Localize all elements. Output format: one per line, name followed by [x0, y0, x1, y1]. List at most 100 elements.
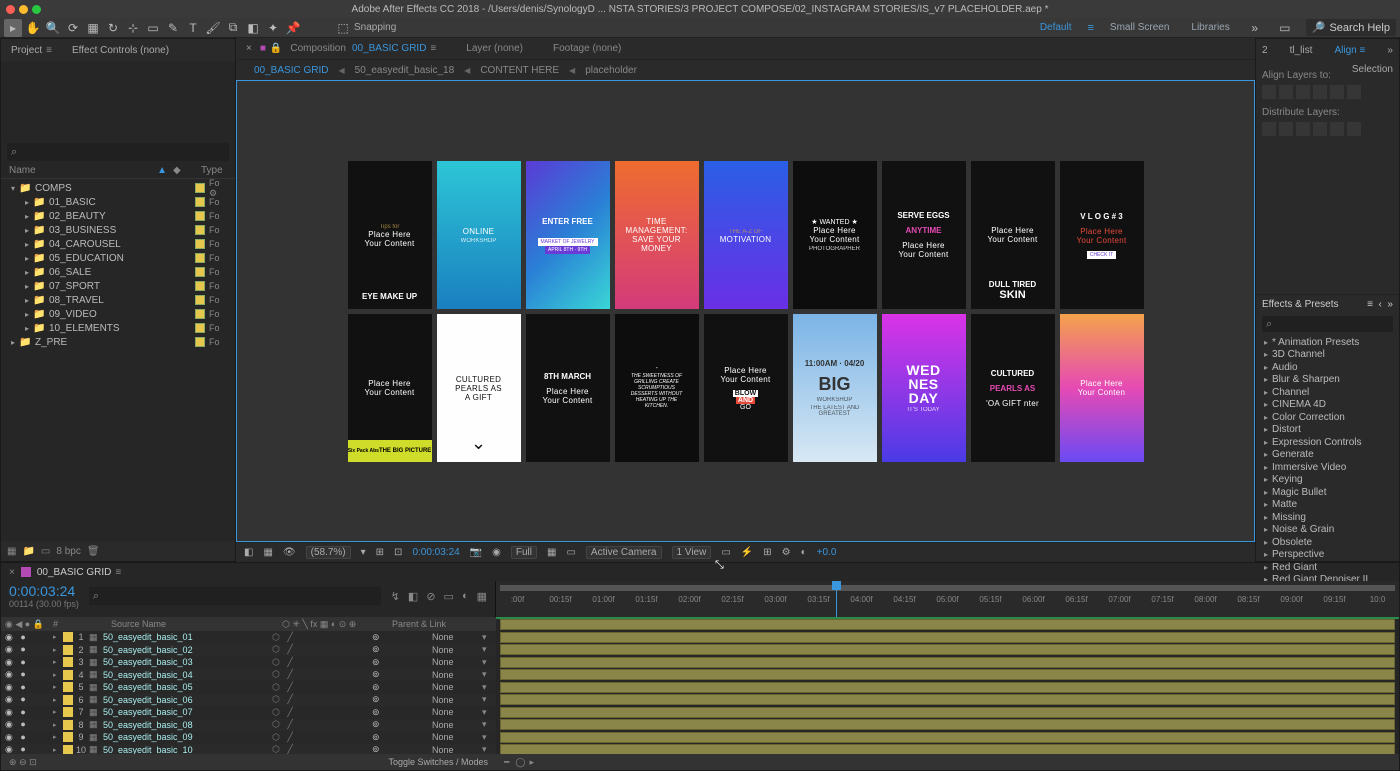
- timeline-nav-marker-icon[interactable]: ◯: [515, 757, 525, 768]
- layer-bar[interactable]: [500, 669, 1395, 680]
- col-parent[interactable]: Parent & Link: [392, 619, 492, 629]
- layer-row[interactable]: ◉ ●▸5▦50_easyedit_basic_05⬡ ╱⊚None▾: [1, 681, 496, 694]
- mask-icon[interactable]: 👁: [283, 547, 296, 558]
- workspace-menu-icon[interactable]: »: [1246, 19, 1264, 37]
- zoom-in-icon[interactable]: ⊕: [9, 757, 17, 767]
- expand-icon[interactable]: ⊡: [29, 757, 37, 767]
- story-card[interactable]: Place HereYour ContentDULL TIREDSKIN: [971, 161, 1055, 309]
- layer-bar[interactable]: [500, 694, 1395, 705]
- clone-tool-icon[interactable]: ⧉: [224, 19, 242, 37]
- effects-category[interactable]: Noise & Grain: [1256, 524, 1399, 537]
- workspace-small[interactable]: Small Screen: [1104, 20, 1175, 35]
- effects-category[interactable]: Obsolete: [1256, 536, 1399, 549]
- effects-category[interactable]: Perspective: [1256, 549, 1399, 562]
- workspace-default[interactable]: Default: [1034, 20, 1078, 35]
- effects-category[interactable]: 3D Channel: [1256, 349, 1399, 362]
- draft3d-icon[interactable]: ◧: [408, 590, 418, 603]
- camera-tool-icon[interactable]: ▦: [84, 19, 102, 37]
- lock-icon[interactable]: 🔒: [270, 43, 282, 54]
- layer-bar[interactable]: [500, 644, 1395, 655]
- timeline-ruler[interactable]: :00f00:15f01:00f01:15f02:00f02:15f03:00f…: [496, 581, 1399, 617]
- tree-row[interactable]: ▸📁01_BASICFo: [1, 195, 235, 209]
- tree-row[interactable]: ▸📁07_SPORTFo: [1, 279, 235, 293]
- search-help-field[interactable]: 🔎 Search Help: [1306, 19, 1396, 36]
- effect-controls-tab[interactable]: Effect Controls (none): [72, 45, 169, 56]
- tree-row[interactable]: ▸📁06_SALEFo: [1, 265, 235, 279]
- story-card[interactable]: “THE SWEETNESS OF GRILLING CREATE SCRUMP…: [615, 314, 699, 462]
- timeline-tracks[interactable]: [496, 617, 1399, 754]
- col-hash[interactable]: #: [53, 619, 71, 629]
- story-card[interactable]: 11:00AM · 04/20BIGWORKSHOPTHE LATEST AND…: [793, 314, 877, 462]
- layer-bar[interactable]: [500, 632, 1395, 643]
- effects-category[interactable]: Blur & Sharpen: [1256, 374, 1399, 387]
- puppet-tool-icon[interactable]: 📌: [284, 19, 302, 37]
- layer-row[interactable]: ◉ ●▸9▦50_easyedit_basic_09⬡ ╱⊚None▾: [1, 731, 496, 744]
- region-icon[interactable]: ▭: [566, 547, 575, 558]
- effects-category[interactable]: Expression Controls: [1256, 436, 1399, 449]
- res-down-icon[interactable]: ▾: [361, 547, 366, 558]
- story-card[interactable]: ★ WANTED ★Place HereYour ContentPHOTOGRA…: [793, 161, 877, 309]
- shy-icon[interactable]: ⊘: [426, 590, 435, 603]
- layer-row[interactable]: ◉ ●▸1▦50_easyedit_basic_01⬡ ╱⊚None▾: [1, 631, 496, 644]
- effects-category[interactable]: Keying: [1256, 474, 1399, 487]
- story-card[interactable]: Place HereYour Conten: [1060, 314, 1144, 462]
- tab-align[interactable]: Align ≡: [1334, 45, 1365, 56]
- alpha-icon[interactable]: ◧: [244, 547, 253, 558]
- story-card[interactable]: V L O G # 3Place HereYour ContentCHECK I…: [1060, 161, 1144, 309]
- crumb-3[interactable]: placeholder: [585, 65, 637, 76]
- eraser-tool-icon[interactable]: ◧: [244, 19, 262, 37]
- effects-category[interactable]: Distort: [1256, 424, 1399, 437]
- brush-tool-icon[interactable]: 🖌: [204, 19, 222, 37]
- timeline-nav-prev-icon[interactable]: ━: [504, 757, 509, 768]
- layer-bar[interactable]: [500, 732, 1395, 743]
- motion-blur-icon[interactable]: ◐: [462, 590, 469, 603]
- pixel-aspect-icon[interactable]: ▭: [721, 547, 730, 558]
- align-selection-dropdown[interactable]: Selection: [1352, 64, 1393, 81]
- story-card[interactable]: WEDNESDAYIT'S TODAY: [882, 314, 966, 462]
- panel-overflow-icon[interactable]: »: [1387, 45, 1393, 56]
- bpc-label[interactable]: 8 bpc: [56, 546, 80, 557]
- effects-category[interactable]: Audio: [1256, 361, 1399, 374]
- distribute-icons-row[interactable]: [1262, 122, 1393, 138]
- sync-settings-icon[interactable]: ▭: [1276, 19, 1294, 37]
- story-card[interactable]: CULTUREDPEARLS ASA GIFT⌄: [437, 314, 521, 462]
- story-card[interactable]: ONLINEWORKSHOP: [437, 161, 521, 309]
- exposure-value[interactable]: +0.0: [817, 547, 837, 558]
- effects-category[interactable]: Magic Bullet: [1256, 486, 1399, 499]
- tree-row[interactable]: ▸📁04_CAROUSELFo: [1, 237, 235, 251]
- new-comp-icon[interactable]: ▭: [41, 546, 50, 557]
- col-name-header[interactable]: Name: [9, 165, 157, 176]
- story-card[interactable]: Place HereYour ContentBLOWANDGO: [704, 314, 788, 462]
- crumb-2[interactable]: CONTENT HERE: [480, 65, 559, 76]
- zoom-dropdown[interactable]: (58.7%): [306, 546, 351, 559]
- tree-row[interactable]: ▸📁Z_PREFo: [1, 335, 235, 349]
- story-card[interactable]: TIME MANAGEMENT:SAVE YOUR MONEY: [615, 161, 699, 309]
- story-card[interactable]: Place HereYour ContentSix Pack AbsTHE BI…: [348, 314, 432, 462]
- story-card[interactable]: Tips forPlace HereYour ContentEYE MAKE U…: [348, 161, 432, 309]
- layer-row[interactable]: ◉ ●▸7▦50_easyedit_basic_07⬡ ╱⊚None▾: [1, 706, 496, 719]
- resolution-dropdown[interactable]: Full: [511, 546, 537, 559]
- crumb-0[interactable]: 00_BASIC GRID: [254, 65, 328, 76]
- layer-row[interactable]: ◉ ●▸2▦50_easyedit_basic_02⬡ ╱⊚None▾: [1, 644, 496, 657]
- story-card[interactable]: THE A-Z OFMOTIVATION: [704, 161, 788, 309]
- comp-mini-flowchart-icon[interactable]: ↯: [391, 590, 400, 603]
- current-time-indicator[interactable]: [836, 581, 837, 617]
- flowchart-icon[interactable]: ⚙: [782, 547, 791, 558]
- effects-category[interactable]: Channel: [1256, 386, 1399, 399]
- effects-category[interactable]: Matte: [1256, 499, 1399, 512]
- pen-tool-icon[interactable]: ✎: [164, 19, 182, 37]
- composition-name[interactable]: 00_BASIC GRID: [352, 43, 426, 54]
- tree-row[interactable]: ▸📁08_TRAVELFo: [1, 293, 235, 307]
- graph-editor-icon[interactable]: ▦: [477, 590, 487, 603]
- effects-presets-title[interactable]: Effects & Presets: [1262, 299, 1339, 310]
- project-tab[interactable]: Project≡: [11, 45, 52, 56]
- story-card[interactable]: SERVE EGGSANYTIMEPlace HereYour Content: [882, 161, 966, 309]
- tree-row[interactable]: ▸📁05_EDUCATIONFo: [1, 251, 235, 265]
- layer-bar[interactable]: [500, 657, 1395, 668]
- crumb-1[interactable]: 50_easyedit_basic_18: [355, 65, 455, 76]
- current-time[interactable]: 0:00:03:24: [412, 547, 459, 558]
- layer-row[interactable]: ◉ ●▸8▦50_easyedit_basic_08⬡ ╱⊚None▾: [1, 719, 496, 732]
- toggle-switches[interactable]: Toggle Switches / Modes: [388, 757, 488, 767]
- tab-2[interactable]: 2: [1262, 45, 1268, 56]
- transparent-icon[interactable]: ▦: [547, 547, 556, 558]
